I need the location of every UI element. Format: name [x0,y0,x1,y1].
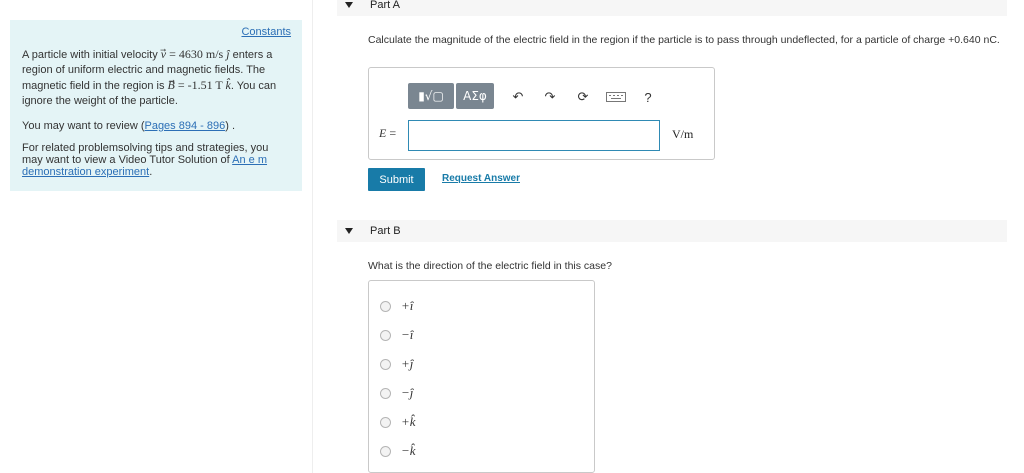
radio-button[interactable] [380,300,391,312]
field-expression: B⃗ = -1.51 T k̂ [167,78,231,92]
problem-panel: Constants A particle with initial veloci… [10,20,302,191]
constants-link[interactable]: Constants [241,26,291,38]
part-b-title: Part B [370,225,401,237]
undo-icon[interactable]: ↶ [510,89,526,104]
reset-icon[interactable]: ⟳ [575,89,591,104]
direction-choices: +î −î +ĵ −ĵ +k̂ −k̂ [368,280,595,473]
part-a-question: Calculate the magnitude of the electric … [368,34,1000,46]
radio-button[interactable] [380,387,391,399]
collapse-triangle-icon[interactable] [345,2,353,8]
problem-statement: A particle with initial velocity v⃗ = 46… [22,47,292,109]
choice-plus-k[interactable]: +k̂ [380,414,416,430]
help-button[interactable]: ? [640,90,656,105]
related-text: For related problemsolving tips and stra… [22,142,269,178]
choice-minus-j[interactable]: −ĵ [380,385,413,401]
part-a-title: Part A [370,0,400,11]
collapse-triangle-icon[interactable] [345,228,353,234]
column-divider [312,0,313,473]
unit-label: V/m [672,127,694,141]
submit-button[interactable]: Submit [368,168,425,191]
choice-minus-k[interactable]: −k̂ [380,443,416,459]
choice-plus-i[interactable]: +î [380,298,413,314]
redo-icon[interactable]: ↷ [542,89,558,104]
choice-minus-i[interactable]: −î [380,327,413,343]
keyboard-icon[interactable] [605,90,627,104]
radio-button[interactable] [380,358,391,370]
intro-text-1: A particle with initial velocity [22,49,158,61]
velocity-expression: v⃗ = 4630 m/s ĵ [160,47,230,61]
radio-button[interactable] [380,416,391,428]
answer-entry-box: ▮√▢ ΑΣφ ↶ ↷ ⟳ ? E = V/m [368,67,715,160]
greek-label: ΑΣφ [463,89,487,103]
templates-icon: ▮√▢ [418,89,444,103]
electric-field-input[interactable] [408,120,660,151]
greek-symbols-button[interactable]: ΑΣφ [456,83,494,109]
radio-button[interactable] [380,445,391,457]
e-field-label: E = [379,126,397,140]
part-a-header[interactable]: Part A [337,0,1007,16]
review-text: You may want to review (Pages 894 - 896)… [22,120,235,132]
choice-plus-j[interactable]: +ĵ [380,356,413,372]
request-answer-link[interactable]: Request Answer [442,173,520,184]
pages-link[interactable]: Pages 894 - 896 [144,120,225,132]
templates-button[interactable]: ▮√▢ [408,83,454,109]
part-b-header[interactable]: Part B [337,220,1007,242]
part-b-question: What is the direction of the electric fi… [368,260,612,272]
radio-button[interactable] [380,329,391,341]
